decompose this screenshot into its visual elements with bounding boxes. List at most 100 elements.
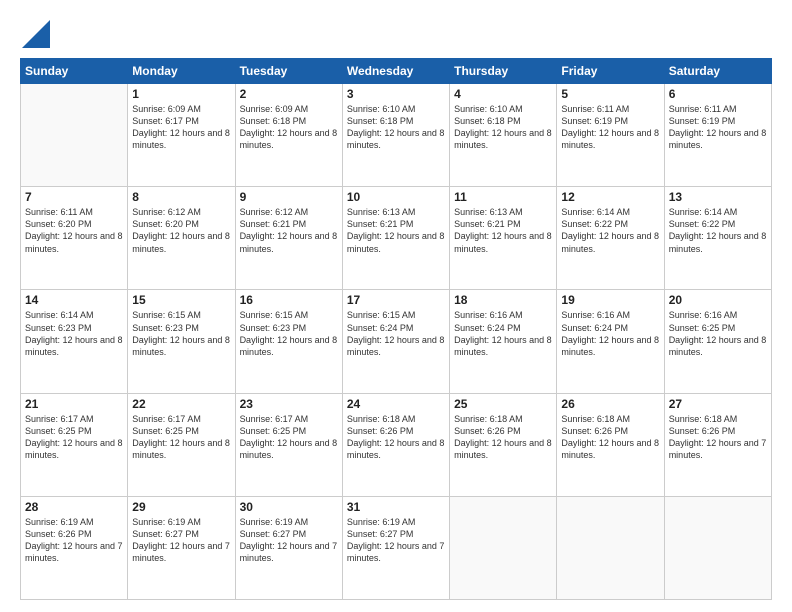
week-row-1: 7 Sunrise: 6:11 AMSunset: 6:20 PMDaylight… bbox=[21, 187, 772, 290]
day-info: Sunrise: 6:14 AMSunset: 6:22 PMDaylight:… bbox=[669, 206, 767, 255]
day-cell: 13 Sunrise: 6:14 AMSunset: 6:22 PMDayligh… bbox=[664, 187, 771, 290]
day-cell: 29 Sunrise: 6:19 AMSunset: 6:27 PMDayligh… bbox=[128, 496, 235, 599]
day-info: Sunrise: 6:12 AMSunset: 6:20 PMDaylight:… bbox=[132, 206, 230, 255]
day-cell: 3 Sunrise: 6:10 AMSunset: 6:18 PMDaylight… bbox=[342, 84, 449, 187]
day-cell: 31Sunrise: 6:19 AMSunset: 6:27 PMDayligh… bbox=[342, 496, 449, 599]
day-number: 22 bbox=[132, 397, 230, 411]
day-info: Sunrise: 6:19 AMSunset: 6:27 PMDaylight:… bbox=[132, 516, 230, 565]
weekday-header-row: SundayMondayTuesdayWednesdayThursdayFrid… bbox=[21, 59, 772, 84]
day-number: 6 bbox=[669, 87, 767, 101]
day-cell: 2 Sunrise: 6:09 AMSunset: 6:18 PMDaylight… bbox=[235, 84, 342, 187]
day-info: Sunrise: 6:13 AMSunset: 6:21 PMDaylight:… bbox=[347, 206, 445, 255]
day-number: 4 bbox=[454, 87, 552, 101]
day-number: 5 bbox=[561, 87, 659, 101]
week-row-3: 21 Sunrise: 6:17 AMSunset: 6:25 PMDayligh… bbox=[21, 393, 772, 496]
calendar-table: SundayMondayTuesdayWednesdayThursdayFrid… bbox=[20, 58, 772, 600]
day-number: 14 bbox=[25, 293, 123, 307]
day-info: Sunrise: 6:13 AMSunset: 6:21 PMDaylight:… bbox=[454, 206, 552, 255]
logo bbox=[20, 20, 50, 48]
day-number: 27 bbox=[669, 397, 767, 411]
day-cell bbox=[450, 496, 557, 599]
day-cell: 14 Sunrise: 6:14 AMSunset: 6:23 PMDayligh… bbox=[21, 290, 128, 393]
day-cell: 5 Sunrise: 6:11 AMSunset: 6:19 PMDaylight… bbox=[557, 84, 664, 187]
day-info: Sunrise: 6:19 AMSunset: 6:26 PMDaylight:… bbox=[25, 516, 123, 565]
weekday-header-friday: Friday bbox=[557, 59, 664, 84]
day-number: 10 bbox=[347, 190, 445, 204]
day-number: 25 bbox=[454, 397, 552, 411]
day-info: Sunrise: 6:14 AMSunset: 6:23 PMDaylight:… bbox=[25, 309, 123, 358]
day-number: 11 bbox=[454, 190, 552, 204]
day-info: Sunrise: 6:11 AMSunset: 6:20 PMDaylight:… bbox=[25, 206, 123, 255]
day-number: 30 bbox=[240, 500, 338, 514]
day-info: Sunrise: 6:14 AMSunset: 6:22 PMDaylight:… bbox=[561, 206, 659, 255]
day-cell: 11 Sunrise: 6:13 AMSunset: 6:21 PMDayligh… bbox=[450, 187, 557, 290]
day-cell bbox=[21, 84, 128, 187]
day-number: 3 bbox=[347, 87, 445, 101]
day-info: Sunrise: 6:15 AMSunset: 6:23 PMDaylight:… bbox=[132, 309, 230, 358]
day-number: 26 bbox=[561, 397, 659, 411]
day-number: 28 bbox=[25, 500, 123, 514]
day-cell: 26 Sunrise: 6:18 AMSunset: 6:26 PMDayligh… bbox=[557, 393, 664, 496]
day-info: Sunrise: 6:11 AMSunset: 6:19 PMDaylight:… bbox=[561, 103, 659, 152]
day-number: 31 bbox=[347, 500, 445, 514]
day-info: Sunrise: 6:18 AMSunset: 6:26 PMDaylight:… bbox=[347, 413, 445, 462]
weekday-header-sunday: Sunday bbox=[21, 59, 128, 84]
day-info: Sunrise: 6:10 AMSunset: 6:18 PMDaylight:… bbox=[454, 103, 552, 152]
day-number: 21 bbox=[25, 397, 123, 411]
weekday-header-monday: Monday bbox=[128, 59, 235, 84]
day-number: 2 bbox=[240, 87, 338, 101]
day-number: 16 bbox=[240, 293, 338, 307]
day-cell: 1 Sunrise: 6:09 AMSunset: 6:17 PMDaylight… bbox=[128, 84, 235, 187]
day-info: Sunrise: 6:16 AMSunset: 6:24 PMDaylight:… bbox=[454, 309, 552, 358]
day-cell: 16Sunrise: 6:15 AMSunset: 6:23 PMDayligh… bbox=[235, 290, 342, 393]
day-number: 18 bbox=[454, 293, 552, 307]
day-info: Sunrise: 6:17 AMSunset: 6:25 PMDaylight:… bbox=[240, 413, 338, 462]
day-info: Sunrise: 6:17 AMSunset: 6:25 PMDaylight:… bbox=[25, 413, 123, 462]
day-info: Sunrise: 6:18 AMSunset: 6:26 PMDaylight:… bbox=[561, 413, 659, 462]
day-cell: 10 Sunrise: 6:13 AMSunset: 6:21 PMDayligh… bbox=[342, 187, 449, 290]
day-cell: 12 Sunrise: 6:14 AMSunset: 6:22 PMDayligh… bbox=[557, 187, 664, 290]
day-number: 7 bbox=[25, 190, 123, 204]
day-info: Sunrise: 6:09 AMSunset: 6:17 PMDaylight:… bbox=[132, 103, 230, 152]
day-info: Sunrise: 6:16 AMSunset: 6:24 PMDaylight:… bbox=[561, 309, 659, 358]
day-number: 12 bbox=[561, 190, 659, 204]
day-cell: 23Sunrise: 6:17 AMSunset: 6:25 PMDayligh… bbox=[235, 393, 342, 496]
day-number: 15 bbox=[132, 293, 230, 307]
weekday-header-saturday: Saturday bbox=[664, 59, 771, 84]
day-cell: 20 Sunrise: 6:16 AMSunset: 6:25 PMDayligh… bbox=[664, 290, 771, 393]
day-number: 8 bbox=[132, 190, 230, 204]
day-info: Sunrise: 6:19 AMSunset: 6:27 PMDaylight:… bbox=[240, 516, 338, 565]
day-cell: 25Sunrise: 6:18 AMSunset: 6:26 PMDayligh… bbox=[450, 393, 557, 496]
page: SundayMondayTuesdayWednesdayThursdayFrid… bbox=[0, 0, 792, 612]
day-cell: 22Sunrise: 6:17 AMSunset: 6:25 PMDayligh… bbox=[128, 393, 235, 496]
day-cell: 8 Sunrise: 6:12 AMSunset: 6:20 PMDaylight… bbox=[128, 187, 235, 290]
week-row-0: 1 Sunrise: 6:09 AMSunset: 6:17 PMDaylight… bbox=[21, 84, 772, 187]
week-row-2: 14 Sunrise: 6:14 AMSunset: 6:23 PMDayligh… bbox=[21, 290, 772, 393]
header bbox=[20, 16, 772, 48]
day-number: 20 bbox=[669, 293, 767, 307]
day-number: 29 bbox=[132, 500, 230, 514]
logo-icon bbox=[22, 20, 50, 48]
day-cell: 17Sunrise: 6:15 AMSunset: 6:24 PMDayligh… bbox=[342, 290, 449, 393]
day-cell: 7 Sunrise: 6:11 AMSunset: 6:20 PMDaylight… bbox=[21, 187, 128, 290]
day-cell: 4 Sunrise: 6:10 AMSunset: 6:18 PMDaylight… bbox=[450, 84, 557, 187]
day-cell: 21 Sunrise: 6:17 AMSunset: 6:25 PMDayligh… bbox=[21, 393, 128, 496]
weekday-header-thursday: Thursday bbox=[450, 59, 557, 84]
day-cell: 6 Sunrise: 6:11 AMSunset: 6:19 PMDaylight… bbox=[664, 84, 771, 187]
day-info: Sunrise: 6:11 AMSunset: 6:19 PMDaylight:… bbox=[669, 103, 767, 152]
day-cell bbox=[557, 496, 664, 599]
day-number: 13 bbox=[669, 190, 767, 204]
day-info: Sunrise: 6:16 AMSunset: 6:25 PMDaylight:… bbox=[669, 309, 767, 358]
weekday-header-wednesday: Wednesday bbox=[342, 59, 449, 84]
day-number: 1 bbox=[132, 87, 230, 101]
day-cell bbox=[664, 496, 771, 599]
day-number: 9 bbox=[240, 190, 338, 204]
day-cell: 24 Sunrise: 6:18 AMSunset: 6:26 PMDayligh… bbox=[342, 393, 449, 496]
weekday-header-tuesday: Tuesday bbox=[235, 59, 342, 84]
day-number: 24 bbox=[347, 397, 445, 411]
day-number: 17 bbox=[347, 293, 445, 307]
day-cell: 27Sunrise: 6:18 AMSunset: 6:26 PMDayligh… bbox=[664, 393, 771, 496]
day-info: Sunrise: 6:09 AMSunset: 6:18 PMDaylight:… bbox=[240, 103, 338, 152]
day-info: Sunrise: 6:10 AMSunset: 6:18 PMDaylight:… bbox=[347, 103, 445, 152]
day-cell: 9Sunrise: 6:12 AMSunset: 6:21 PMDaylight… bbox=[235, 187, 342, 290]
